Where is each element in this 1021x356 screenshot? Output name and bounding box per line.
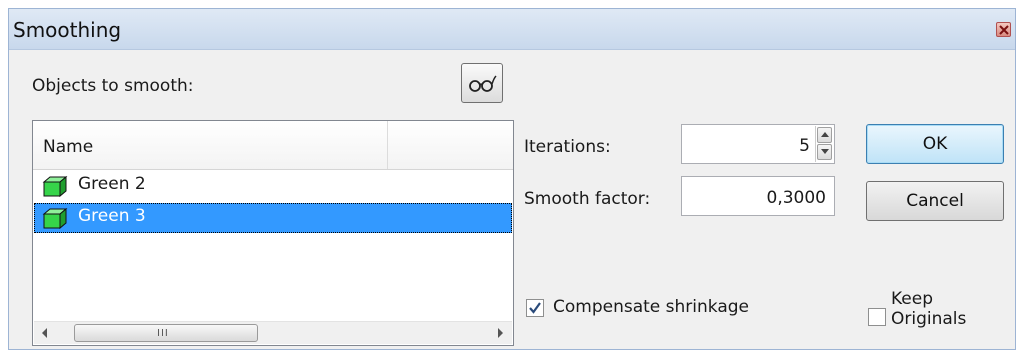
scroll-right-button[interactable] — [490, 322, 512, 344]
scroll-thumb[interactable]: III — [74, 324, 258, 342]
cube-icon — [42, 175, 68, 198]
scroll-grip: III — [157, 328, 169, 339]
keep-originals-label[interactable]: Keep Originals — [891, 289, 966, 329]
ok-button[interactable]: OK — [866, 124, 1004, 164]
list-item-label: Green 3 — [78, 206, 146, 226]
list-item[interactable]: Green 2 — [34, 171, 512, 201]
smooth-factor-value: 0,3000 — [766, 188, 826, 208]
view-objects-button[interactable] — [461, 63, 503, 103]
keep-originals-label-line1: Keep — [891, 289, 934, 309]
scroll-right-icon — [498, 328, 503, 338]
scroll-left-button[interactable] — [34, 322, 56, 344]
spin-down-icon — [821, 149, 829, 154]
list-item[interactable]: Green 3 — [34, 203, 512, 233]
cube-icon — [42, 207, 68, 230]
iterations-value: 5 — [799, 136, 810, 156]
compensate-shrinkage-checkbox[interactable] — [526, 299, 544, 317]
smooth-factor-field[interactable]: 0,3000 — [681, 176, 835, 216]
horizontal-scrollbar[interactable]: III — [34, 321, 512, 344]
iterations-stepper — [815, 126, 834, 162]
window-title: Smoothing — [13, 18, 122, 42]
column-header-name[interactable]: Name — [33, 121, 388, 169]
compensate-shrinkage-label[interactable]: Compensate shrinkage — [553, 297, 749, 317]
spin-down-button[interactable] — [817, 144, 832, 160]
spin-up-button[interactable] — [817, 127, 832, 143]
objects-list[interactable]: Name Green 2 Green 3 III — [32, 120, 514, 346]
column-header-name-label: Name — [43, 137, 94, 157]
list-item-label: Green 2 — [78, 174, 146, 194]
close-button[interactable] — [996, 22, 1011, 37]
smooth-factor-label: Smooth factor: — [524, 189, 651, 209]
smoothing-dialog: Smoothing Objects to smooth: Name Green … — [8, 8, 1016, 350]
close-icon — [999, 25, 1009, 35]
keep-originals-label-line2: Originals — [891, 309, 967, 329]
glasses-icon — [469, 75, 497, 92]
cancel-button[interactable]: Cancel — [866, 181, 1004, 221]
scroll-left-icon — [42, 328, 47, 338]
list-header: Name — [33, 121, 513, 170]
title-bar: Smoothing — [9, 9, 1015, 50]
iterations-field[interactable]: 5 — [681, 124, 835, 164]
objects-to-smooth-label: Objects to smooth: — [32, 76, 194, 96]
keep-originals-checkbox[interactable] — [868, 308, 886, 326]
iterations-label: Iterations: — [524, 137, 611, 157]
checkmark-icon — [529, 302, 541, 314]
spin-up-icon — [821, 132, 829, 137]
